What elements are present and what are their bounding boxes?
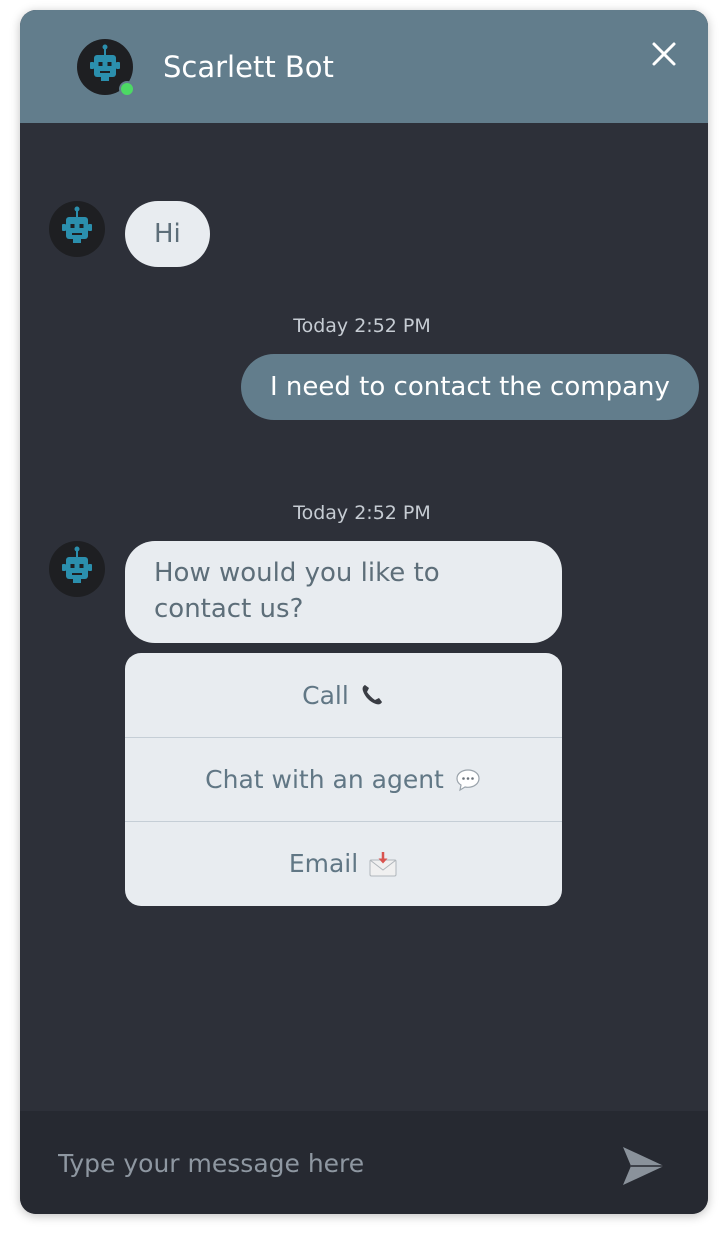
message-timestamp: Today 2:52 PM	[293, 502, 431, 524]
send-button[interactable]	[620, 1145, 666, 1187]
online-status-dot	[119, 81, 135, 97]
message-timestamp: Today 2:52 PM	[293, 315, 431, 337]
telephone-icon	[359, 682, 385, 708]
message-composer	[20, 1111, 708, 1214]
bot-avatar	[49, 201, 105, 257]
option-label: Call	[302, 680, 349, 710]
chat-header: Scarlett Bot	[20, 10, 708, 123]
close-button[interactable]	[646, 36, 682, 72]
bot-avatar	[77, 39, 135, 97]
robot-icon	[62, 206, 92, 243]
option-call-button[interactable]: Call	[125, 653, 562, 737]
option-email-button[interactable]: Email	[125, 821, 562, 905]
message-input[interactable]	[58, 1141, 578, 1185]
robot-icon	[62, 546, 92, 583]
option-label: Email	[288, 849, 359, 878]
bot-name: Scarlett Bot	[163, 50, 334, 84]
speech-bubble-icon	[454, 766, 482, 794]
chat-widget: Scarlett Bot Hi Today 2:52 PM I need to …	[20, 10, 708, 1214]
envelope-icon	[368, 850, 398, 878]
message-bubble: Hi	[125, 201, 210, 267]
message-bubble: I need to contact the company	[241, 354, 699, 420]
option-chat-agent-button[interactable]: Chat with an agent	[125, 737, 562, 821]
option-label: Chat with an agent	[205, 765, 444, 794]
close-icon	[652, 42, 676, 66]
message-list[interactable]: Hi Today 2:52 PM I need to contact the c…	[20, 123, 708, 1111]
bot-avatar	[49, 541, 105, 597]
send-icon	[623, 1147, 664, 1185]
quick-reply-options: Call Chat with an agent Email	[125, 653, 562, 906]
message-bubble: How would you like to contact us?	[125, 541, 562, 643]
